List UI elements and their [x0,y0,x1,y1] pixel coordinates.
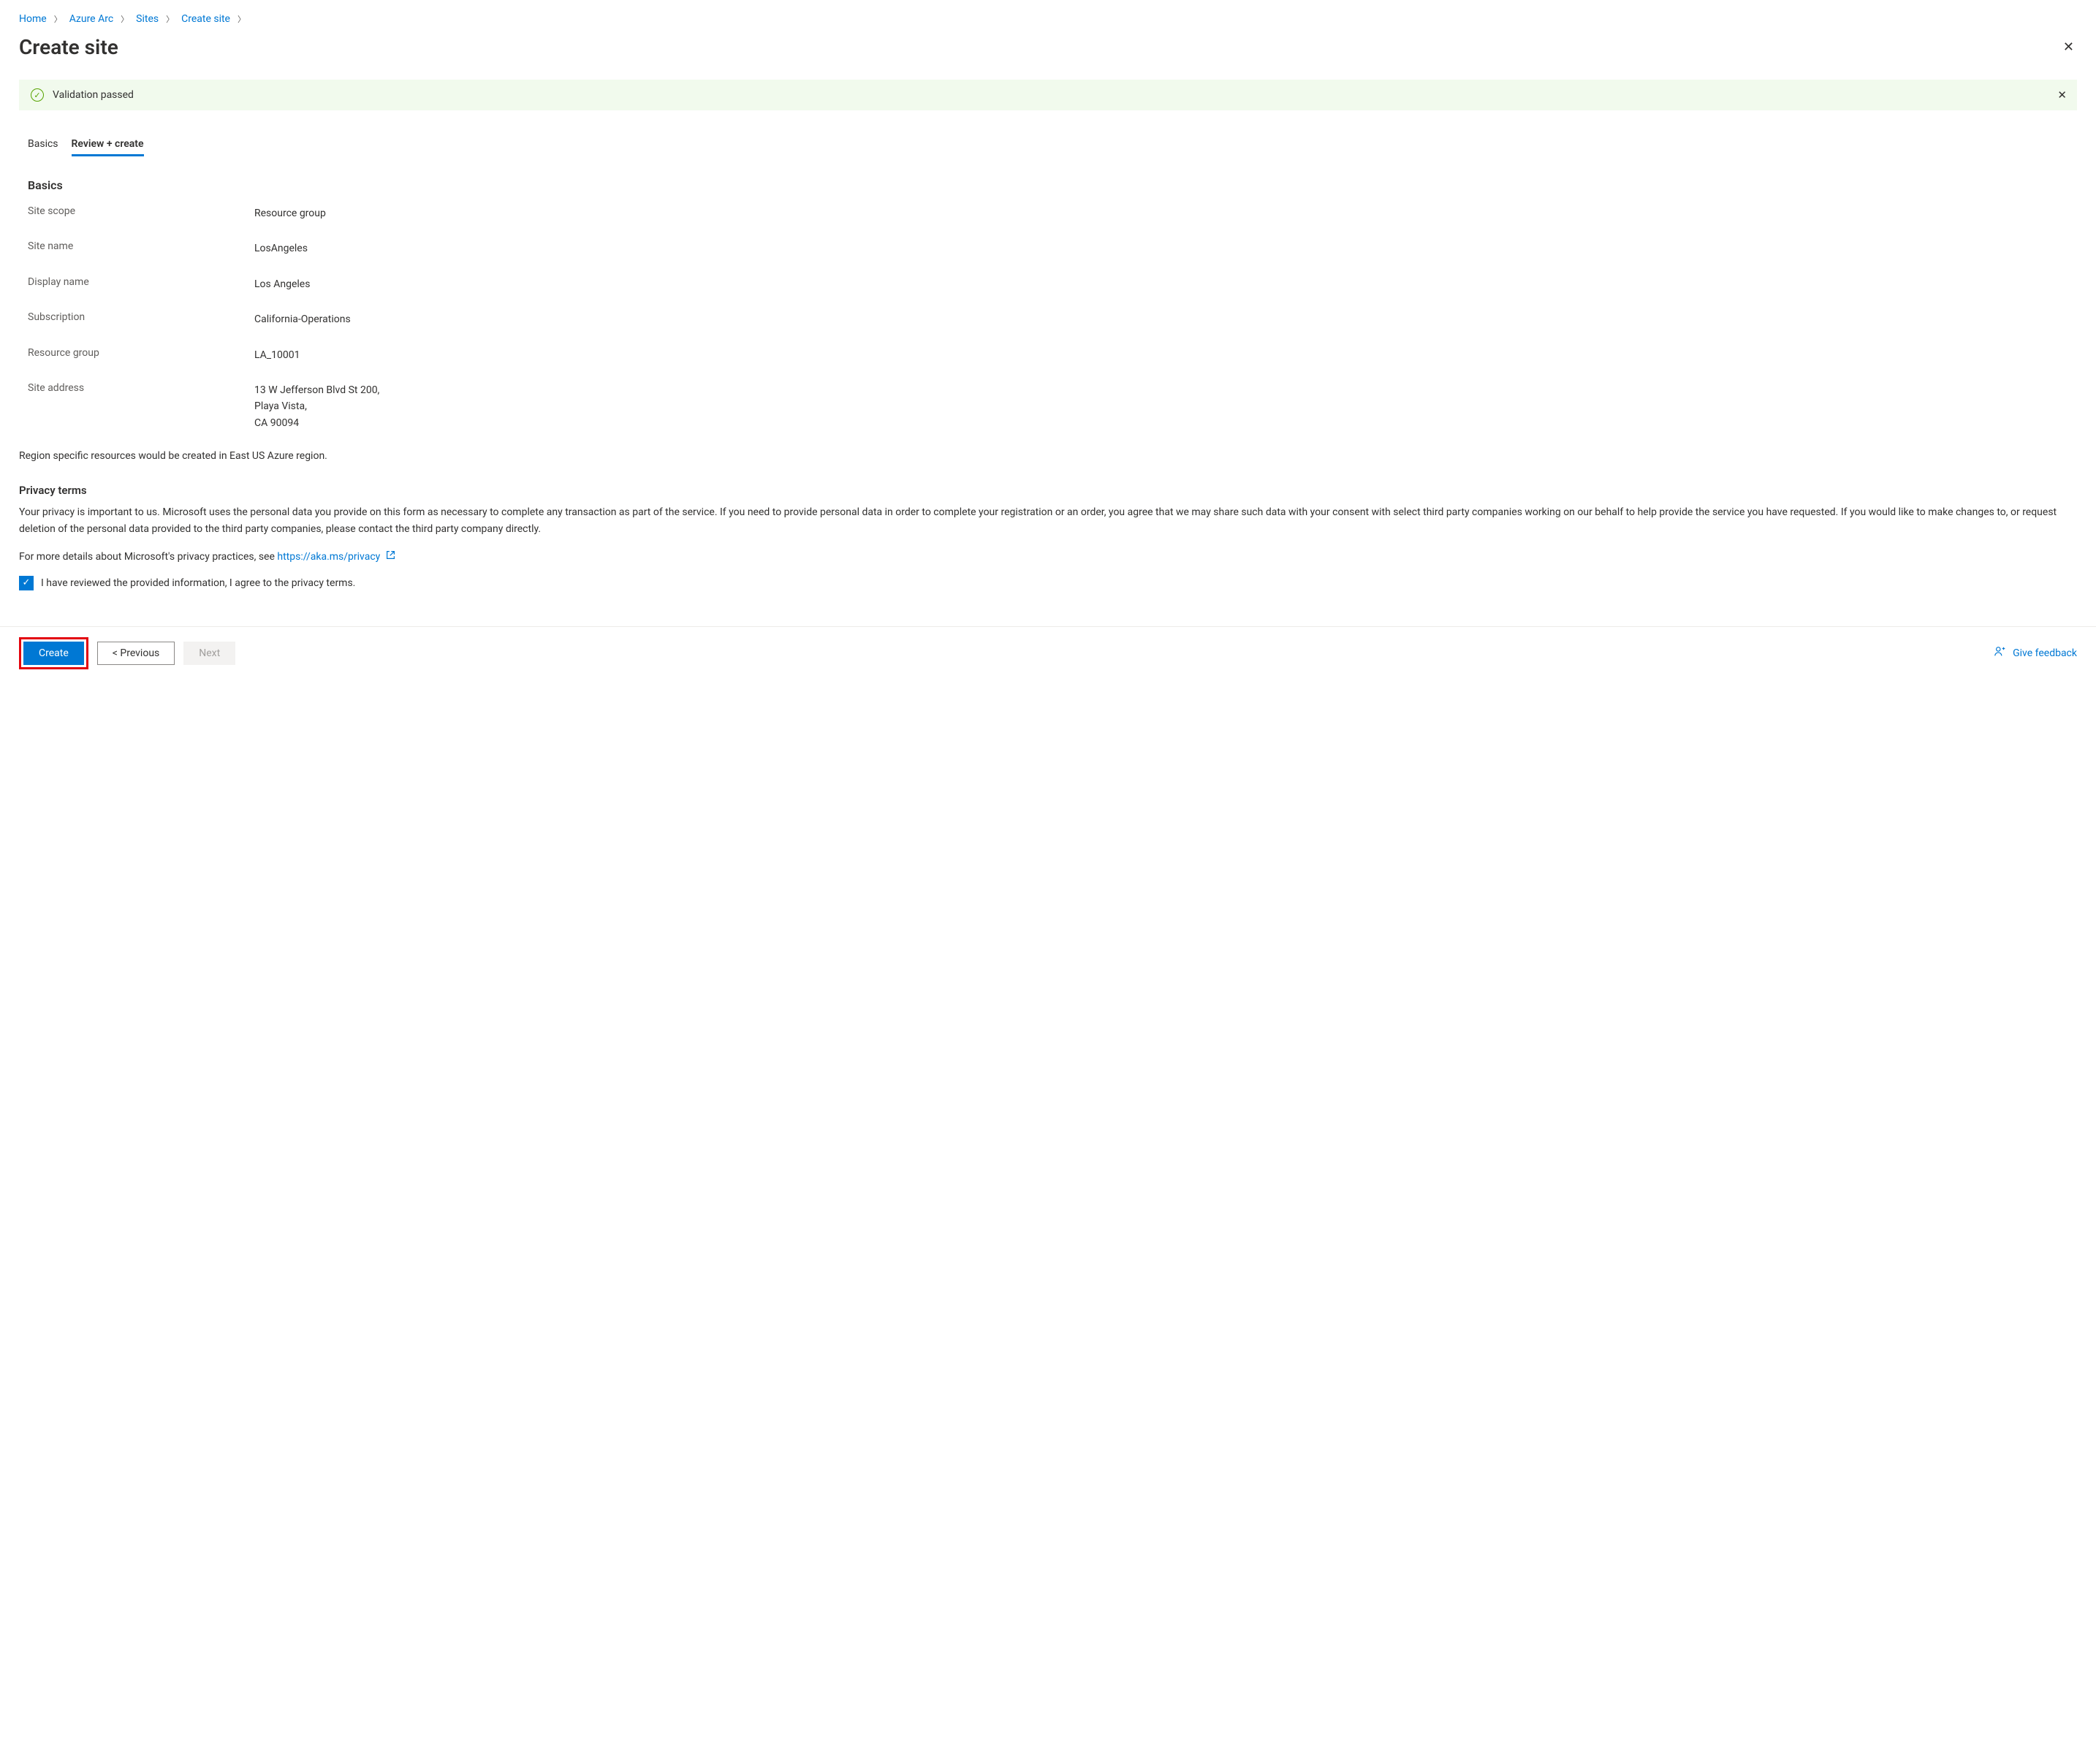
give-feedback-link[interactable]: Give feedback [1994,645,2077,661]
label-subscription: Subscription [28,311,254,327]
external-link-icon [386,552,395,563]
tabs: Basics Review + create [19,134,2077,156]
check-circle-icon: ✓ [31,88,44,102]
row-site-address: Site address 13 W Jefferson Blvd St 200,… [19,382,2077,431]
banner-close-icon[interactable]: ✕ [2057,88,2067,102]
chevron-right-icon: 〉 [121,13,129,25]
privacy-body: Your privacy is important to us. Microso… [19,504,2077,537]
value-site-name: LosAngeles [254,240,308,256]
label-site-scope: Site scope [28,205,254,221]
feedback-icon [1994,645,2007,661]
value-subscription: California-Operations [254,311,351,327]
chevron-right-icon: 〉 [166,13,174,25]
breadcrumb-sites[interactable]: Sites [136,13,159,25]
chevron-right-icon: 〉 [238,13,246,25]
validation-banner: ✓ Validation passed ✕ [19,80,2077,110]
close-icon[interactable]: ✕ [2060,37,2077,58]
row-display-name: Display name Los Angeles [19,276,2077,292]
row-subscription: Subscription California-Operations [19,311,2077,327]
privacy-link-prefix: For more details about Microsoft's priva… [19,551,277,563]
previous-button[interactable]: < Previous [97,642,175,665]
breadcrumb-azure-arc[interactable]: Azure Arc [69,13,113,25]
breadcrumb-home[interactable]: Home [19,13,47,25]
basics-heading: Basics [19,178,2077,192]
give-feedback-label: Give feedback [2013,647,2077,659]
privacy-link-row: For more details about Microsoft's priva… [19,550,2077,563]
label-resource-group: Resource group [28,347,254,363]
privacy-checkbox-row: ✓ I have reviewed the provided informati… [19,576,2077,590]
privacy-link[interactable]: https://aka.ms/privacy [277,551,380,563]
value-resource-group: LA_10001 [254,347,300,363]
value-site-scope: Resource group [254,205,326,221]
breadcrumb: Home 〉 Azure Arc 〉 Sites 〉 Create site 〉 [19,13,2077,25]
page-title: Create site [19,35,118,59]
row-site-name: Site name LosAngeles [19,240,2077,256]
breadcrumb-create-site[interactable]: Create site [181,13,230,25]
value-site-address: 13 W Jefferson Blvd St 200, Playa Vista,… [254,382,379,431]
privacy-checkbox-label: I have reviewed the provided information… [41,577,355,589]
next-button: Next [183,642,235,665]
tab-basics[interactable]: Basics [28,134,58,156]
region-note: Region specific resources would be creat… [19,450,2077,462]
create-button-highlight: Create [19,637,88,669]
label-site-address: Site address [28,382,254,431]
privacy-heading: Privacy terms [19,484,2077,497]
footer: Create < Previous Next Give feedback [0,626,2096,680]
value-display-name: Los Angeles [254,276,310,292]
row-resource-group: Resource group LA_10001 [19,347,2077,363]
tab-review-create[interactable]: Review + create [72,134,144,156]
privacy-checkbox[interactable]: ✓ [19,576,34,590]
label-site-name: Site name [28,240,254,256]
validation-text: Validation passed [53,89,134,101]
label-display-name: Display name [28,276,254,292]
create-button[interactable]: Create [23,642,84,665]
chevron-right-icon: 〉 [54,13,62,25]
row-site-scope: Site scope Resource group [19,205,2077,221]
